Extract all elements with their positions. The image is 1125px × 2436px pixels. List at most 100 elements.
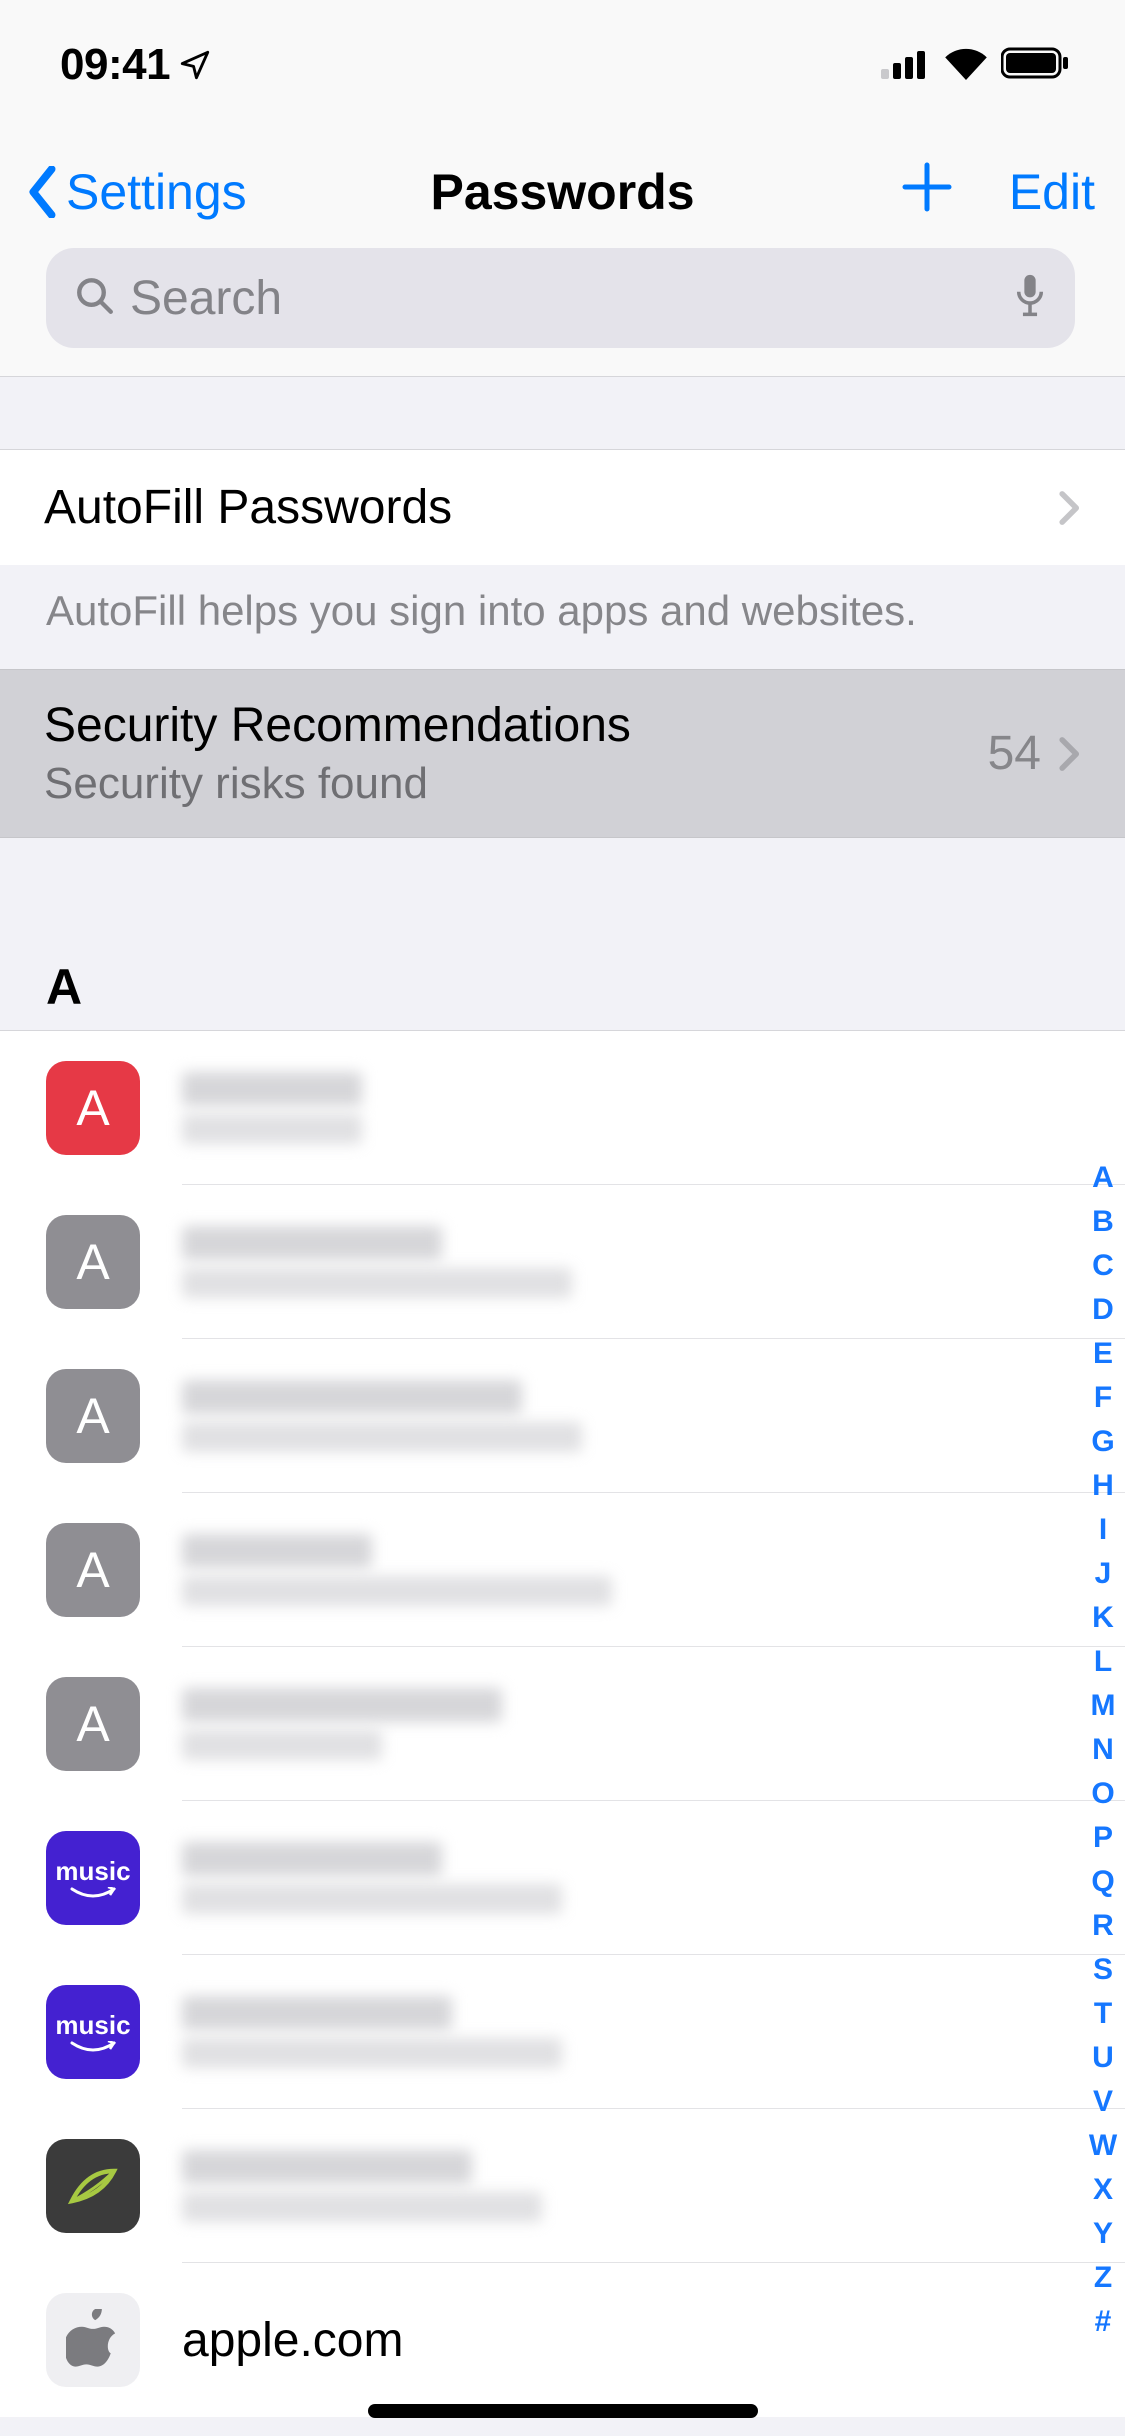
dictation-icon[interactable] (1013, 272, 1047, 325)
index-letter[interactable]: N (1092, 1728, 1114, 1772)
site-icon: music (46, 1985, 140, 2079)
index-letter[interactable]: Q (1091, 1860, 1114, 1904)
redacted-title (182, 2150, 472, 2184)
chevron-left-icon (26, 166, 62, 218)
index-letter[interactable]: X (1093, 2168, 1113, 2212)
index-letter[interactable]: O (1091, 1772, 1114, 1816)
index-letter[interactable]: T (1094, 1992, 1112, 2036)
redacted-title (182, 1380, 522, 1414)
site-icon: music (46, 1831, 140, 1925)
nav-bar: Settings Passwords Edit (0, 130, 1125, 376)
content: AutoFill Passwords AutoFill helps you si… (0, 376, 1125, 2417)
redacted-subtitle (182, 2192, 542, 2222)
password-row[interactable]: A (0, 1185, 1125, 1339)
index-letter[interactable]: I (1099, 1508, 1107, 1552)
row-body (182, 1031, 1125, 1185)
index-letter[interactable]: A (1092, 1156, 1114, 1200)
index-letter[interactable]: D (1092, 1288, 1114, 1332)
chevron-right-icon (1059, 489, 1081, 527)
group-separator (0, 838, 1125, 948)
group-separator (0, 376, 1125, 450)
row-body (182, 1955, 1125, 2109)
password-list: AAAAAmusicmusicapple.com (0, 1031, 1125, 2417)
redacted-title (182, 1996, 452, 2030)
site-icon: A (46, 1215, 140, 1309)
redacted-title (182, 1534, 372, 1568)
battery-icon (1001, 46, 1071, 85)
password-row[interactable]: music (0, 1955, 1125, 2109)
home-indicator[interactable] (368, 2404, 758, 2418)
chevron-right-icon (1059, 735, 1081, 773)
autofill-label: AutoFill Passwords (44, 480, 452, 535)
redacted-title (182, 1842, 442, 1876)
index-letter[interactable]: Z (1094, 2256, 1112, 2300)
row-body (182, 1185, 1125, 1339)
index-letter[interactable]: L (1094, 1640, 1112, 1684)
status-time-group: 09:41 (60, 40, 212, 90)
back-button[interactable]: Settings (26, 163, 247, 221)
index-letter[interactable]: Y (1093, 2212, 1113, 2256)
add-button[interactable] (901, 158, 953, 227)
edit-button[interactable]: Edit (1009, 163, 1095, 221)
index-letter[interactable]: V (1093, 2080, 1113, 2124)
index-letter[interactable]: U (1092, 2036, 1114, 2080)
search-input[interactable] (130, 271, 999, 326)
index-letter[interactable]: M (1091, 1684, 1116, 1728)
security-recommendations-row[interactable]: Security Recommendations Security risks … (0, 669, 1125, 838)
redacted-subtitle (182, 2038, 562, 2068)
row-body (182, 2109, 1125, 2263)
search-icon (74, 275, 116, 322)
site-icon (46, 2139, 140, 2233)
redacted-subtitle (182, 1268, 572, 1298)
security-subtitle: Security risks found (44, 759, 631, 809)
site-icon: A (46, 1369, 140, 1463)
wifi-icon (943, 46, 989, 85)
index-letter[interactable]: H (1092, 1464, 1114, 1508)
password-row[interactable] (0, 2109, 1125, 2263)
index-letter[interactable]: R (1092, 1904, 1114, 1948)
index-letter[interactable]: C (1092, 1244, 1114, 1288)
redacted-subtitle (182, 1730, 382, 1760)
site-icon: A (46, 1523, 140, 1617)
index-letter[interactable]: E (1093, 1332, 1113, 1376)
index-letter[interactable]: W (1089, 2124, 1117, 2168)
index-letter[interactable]: J (1095, 1552, 1112, 1596)
autofill-passwords-row[interactable]: AutoFill Passwords (0, 450, 1125, 565)
cellular-icon (881, 47, 931, 84)
status-bar: 09:41 (0, 0, 1125, 130)
security-title: Security Recommendations (44, 698, 631, 753)
password-row[interactable]: A (0, 1647, 1125, 1801)
index-letter[interactable]: K (1092, 1596, 1114, 1640)
index-letter[interactable]: P (1093, 1816, 1113, 1860)
index-letter[interactable]: F (1094, 1376, 1112, 1420)
alphabet-index[interactable]: ABCDEFGHIJKLMNOPQRSTUVWXYZ# (1085, 1156, 1121, 2344)
index-letter[interactable]: # (1095, 2300, 1112, 2344)
row-body (182, 1647, 1125, 1801)
redacted-title (182, 1072, 362, 1106)
row-body (182, 1493, 1125, 1647)
password-row[interactable]: apple.com (0, 2263, 1125, 2417)
redacted-subtitle (182, 1114, 362, 1144)
back-label: Settings (66, 163, 247, 221)
row-body: apple.com (182, 2263, 1125, 2417)
site-icon: A (46, 1677, 140, 1771)
index-letter[interactable]: S (1093, 1948, 1113, 1992)
index-letter[interactable]: G (1091, 1420, 1114, 1464)
redacted-title (182, 1688, 502, 1722)
search-field[interactable] (46, 248, 1075, 348)
section-header: A (0, 948, 1125, 1031)
password-row[interactable]: A (0, 1493, 1125, 1647)
location-icon (178, 48, 212, 82)
index-letter[interactable]: B (1092, 1200, 1114, 1244)
password-row[interactable]: music (0, 1801, 1125, 1955)
page-title: Passwords (430, 163, 694, 221)
password-row[interactable]: A (0, 1031, 1125, 1185)
redacted-subtitle (182, 1576, 612, 1606)
status-indicators (881, 46, 1071, 85)
password-row[interactable]: A (0, 1339, 1125, 1493)
row-body (182, 1801, 1125, 1955)
autofill-note: AutoFill helps you sign into apps and we… (0, 565, 1125, 669)
redacted-subtitle (182, 1422, 582, 1452)
status-time: 09:41 (60, 40, 170, 90)
row-body (182, 1339, 1125, 1493)
